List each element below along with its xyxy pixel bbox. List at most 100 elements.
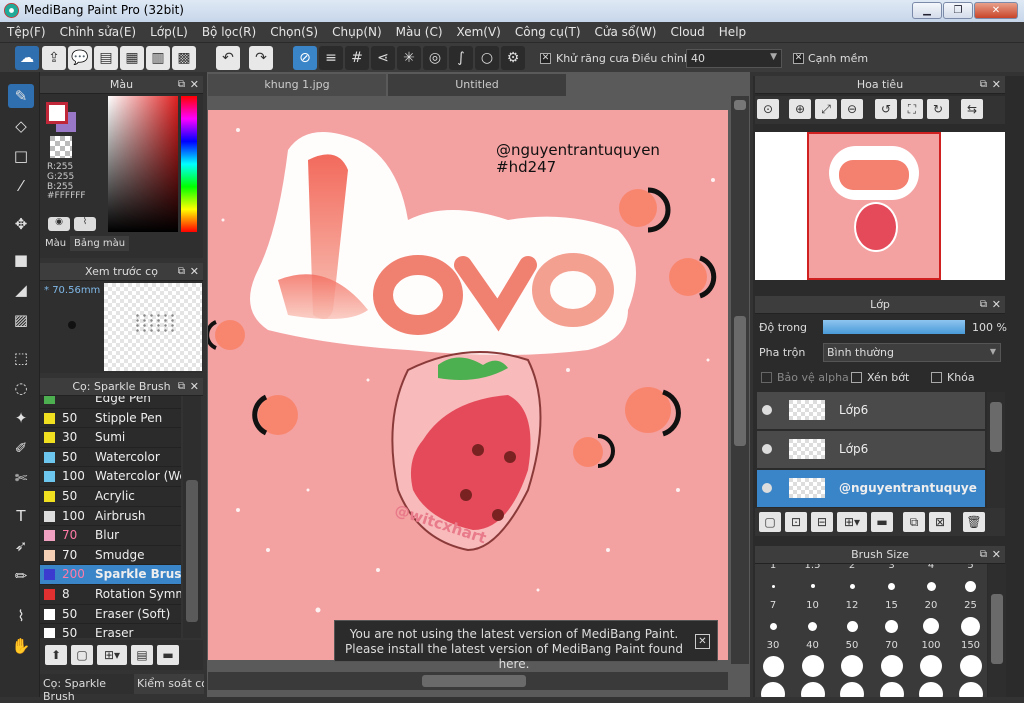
divide-tool-icon[interactable]: ✏ xyxy=(8,564,34,588)
brush-size-dot[interactable] xyxy=(959,655,982,677)
brush-size-scrollbar[interactable] xyxy=(988,564,1006,697)
select-rect-icon[interactable]: ⬚ xyxy=(8,346,34,370)
fit-window-icon[interactable]: ⤢ xyxy=(815,99,837,119)
new-layer-icon[interactable]: ▢ xyxy=(759,512,781,532)
merge-layer-icon[interactable]: ⊠ xyxy=(929,512,951,532)
move-tool-icon[interactable]: ✥ xyxy=(8,212,34,236)
menu-edit[interactable]: Chỉnh sửa(E) xyxy=(53,22,144,42)
zoom-in-icon[interactable]: ⊕ xyxy=(789,99,811,119)
brush-size-dot[interactable] xyxy=(926,581,936,591)
brush-size-dot[interactable] xyxy=(961,616,980,636)
doc-tab-untitled[interactable]: Untitled xyxy=(388,74,566,96)
add-menu-icon[interactable]: ⊞▾ xyxy=(97,645,127,665)
fill-rect-tool-icon[interactable]: ■ xyxy=(8,248,34,272)
opacity-slider[interactable] xyxy=(823,320,965,334)
canvas-vscrollbar[interactable] xyxy=(731,96,749,664)
canvas-hscrollbar[interactable] xyxy=(208,672,728,690)
artwork-canvas[interactable]: @nguyentrantuquyen #hd247 @witcxhart xyxy=(208,110,728,660)
rotate-right-icon[interactable]: ↻ xyxy=(927,99,949,119)
delete-layer-icon[interactable]: 🗑 xyxy=(963,512,985,532)
popout-icon[interactable]: ⧉ xyxy=(178,378,185,396)
tab-brush[interactable]: Cọ: Sparkle Brush xyxy=(40,674,134,703)
visibility-icon[interactable] xyxy=(762,483,772,493)
menu-help[interactable]: Help xyxy=(712,22,753,42)
menu-filter[interactable]: Bộ lọc(R) xyxy=(195,22,263,42)
shape-tool-icon[interactable]: □ xyxy=(8,144,34,168)
dot-tool-icon[interactable]: ⁄ xyxy=(8,174,34,198)
text-tool-icon[interactable]: T xyxy=(8,504,34,528)
curve-snap-icon[interactable]: ∫ xyxy=(449,46,473,70)
popout-icon[interactable]: ⧉ xyxy=(980,296,987,314)
clip-checkbox[interactable] xyxy=(851,372,862,383)
menu-window[interactable]: Cửa sổ(W) xyxy=(588,22,664,42)
brush-tool-icon[interactable]: ✎ xyxy=(8,84,34,108)
popout-icon[interactable]: ⧉ xyxy=(178,76,185,94)
add-brush-icon[interactable]: ⬆ xyxy=(45,645,67,665)
panel-layout-icon[interactable]: ▥ xyxy=(146,46,170,70)
layer-row[interactable]: Lớp6 xyxy=(757,392,985,430)
circle-snap-icon[interactable]: ○ xyxy=(475,46,499,70)
brush-size-dot[interactable] xyxy=(762,655,784,677)
close-notice-icon[interactable]: ✕ xyxy=(695,634,710,649)
redo-icon[interactable]: ↷ xyxy=(249,46,273,70)
menu-cloud[interactable]: Cloud xyxy=(664,22,712,42)
menu-select[interactable]: Chọn(S) xyxy=(263,22,325,42)
tab-brush-control[interactable]: Kiểm soát cọ xyxy=(134,674,204,694)
gradient-tool-icon[interactable]: ▨ xyxy=(8,308,34,332)
share-icon[interactable]: ⇪ xyxy=(42,46,66,70)
radial-snap-icon[interactable]: ✳ xyxy=(397,46,421,70)
tab-palette[interactable]: Bảng màu xyxy=(70,236,130,251)
brush-size-dot[interactable] xyxy=(771,584,775,588)
transparent-color-swatch[interactable] xyxy=(50,136,72,158)
settings-icon[interactable]: ⚙ xyxy=(501,46,525,70)
undo-icon[interactable]: ↶ xyxy=(216,46,240,70)
lock-checkbox[interactable] xyxy=(931,372,942,383)
brush-size-dot[interactable] xyxy=(840,682,864,697)
menu-tools[interactable]: Công cụ(T) xyxy=(508,22,588,42)
grid-layout-icon[interactable]: ▩ xyxy=(172,46,196,70)
brush-item[interactable]: 50 Eraser (Soft) xyxy=(40,605,181,625)
brush-item[interactable]: 100 Airbrush xyxy=(40,507,181,527)
layer-scrollbar[interactable] xyxy=(987,392,1005,508)
visibility-icon[interactable] xyxy=(762,405,772,415)
rotate-left-icon[interactable]: ↺ xyxy=(875,99,897,119)
menu-color[interactable]: Màu (C) xyxy=(389,22,450,42)
close-icon[interactable]: ✕ xyxy=(992,76,1001,94)
brush-item[interactable]: 30 Sumi xyxy=(40,428,181,448)
grid-snap-icon[interactable]: # xyxy=(345,46,369,70)
popout-icon[interactable]: ⧉ xyxy=(178,263,185,281)
popout-icon[interactable]: ⧉ xyxy=(980,76,987,94)
new-layer-1bit-icon[interactable]: ⊟ xyxy=(811,512,833,532)
brush-item[interactable]: 200 Sparkle Brus xyxy=(40,565,181,585)
brush-size-dot[interactable] xyxy=(923,618,939,634)
visibility-icon[interactable] xyxy=(762,444,772,454)
select-pen-icon[interactable]: ✐ xyxy=(8,436,34,460)
eyedropper-small-icon[interactable]: ⌇ xyxy=(74,217,96,231)
brush-size-dot[interactable] xyxy=(841,655,863,677)
close-button[interactable]: ✕ xyxy=(974,2,1018,19)
brush-size-dot[interactable] xyxy=(761,682,785,697)
eyedropper-icon[interactable]: ⌇ xyxy=(8,604,34,628)
comment-icon[interactable]: 💬 xyxy=(68,46,92,70)
brush-size-dot[interactable] xyxy=(919,682,943,697)
zoom-out-icon[interactable]: ⊖ xyxy=(841,99,863,119)
scroll-thumb[interactable] xyxy=(186,480,198,622)
brush-item[interactable]: 50 Watercolor xyxy=(40,448,181,468)
brush-size-dot[interactable] xyxy=(846,620,858,632)
brush-size-dot[interactable] xyxy=(769,622,777,630)
cloud-icon[interactable]: ☁ xyxy=(15,46,39,70)
scroll-thumb[interactable] xyxy=(990,402,1002,452)
close-icon[interactable]: ✕ xyxy=(992,296,1001,314)
lasso-icon[interactable]: ◌ xyxy=(8,376,34,400)
navigator-viewport[interactable] xyxy=(807,132,941,280)
brush-size-dot[interactable] xyxy=(800,682,825,697)
brush-size-dot[interactable] xyxy=(920,655,942,677)
scroll-thumb[interactable] xyxy=(422,675,526,687)
close-icon[interactable]: ✕ xyxy=(190,378,199,396)
brush-settings-icon[interactable]: ▤ xyxy=(131,645,153,665)
brush-size-dot[interactable] xyxy=(808,621,817,631)
snap-off-icon[interactable]: ⊘ xyxy=(293,46,317,70)
parallel-snap-icon[interactable]: ≡ xyxy=(319,46,343,70)
new-layer-8bit-icon[interactable]: ⊡ xyxy=(785,512,807,532)
folder-icon[interactable]: ▬ xyxy=(157,645,179,665)
